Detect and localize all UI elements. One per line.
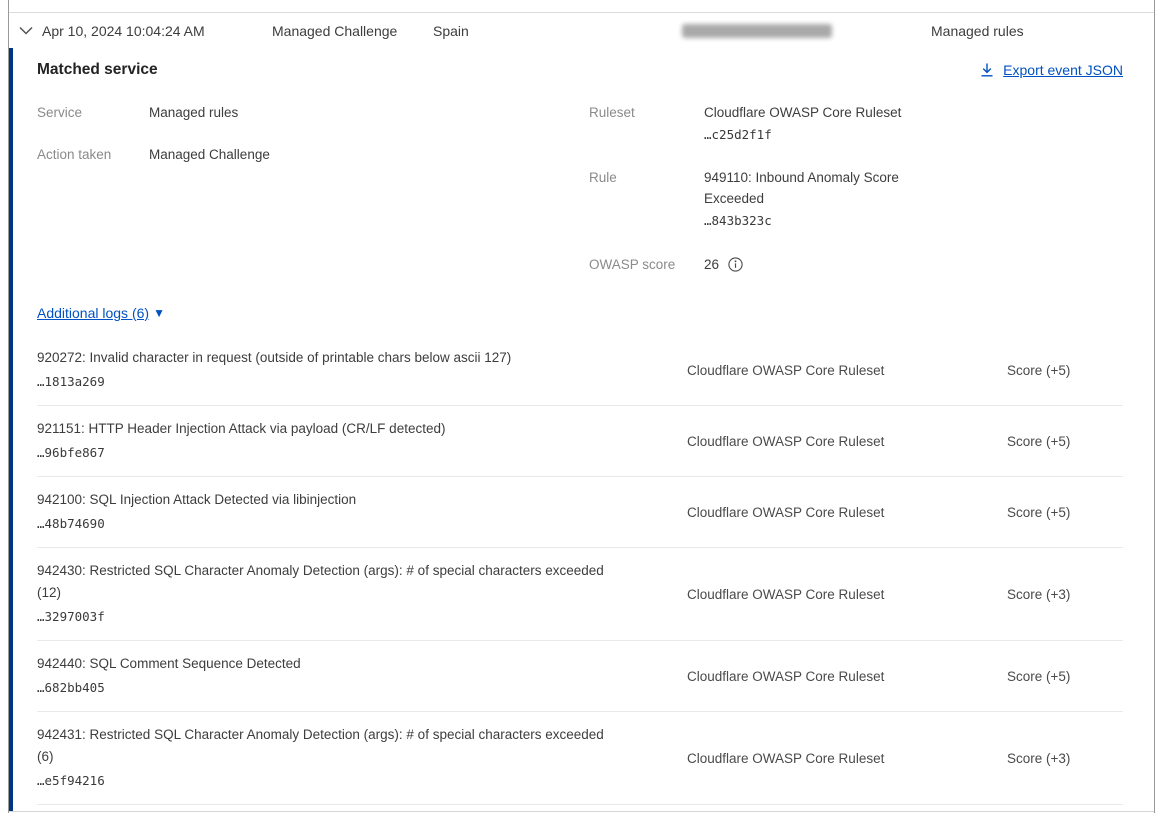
chevron-down-icon bbox=[19, 26, 33, 35]
log-description: 942431: Restricted SQL Character Anomaly… bbox=[37, 724, 617, 768]
log-score: Score (+5) bbox=[1007, 434, 1123, 449]
export-link-label: Export event JSON bbox=[1003, 62, 1123, 78]
service-value: Managed rules bbox=[149, 102, 238, 123]
matched-service-heading: Matched service bbox=[37, 61, 158, 79]
event-action: Managed Challenge bbox=[272, 23, 397, 39]
action-taken-field: Action taken Managed Challenge bbox=[37, 144, 589, 165]
expanded-row-accent-bar bbox=[9, 48, 13, 811]
log-row: 942430: Restricted SQL Character Anomaly… bbox=[37, 548, 1123, 641]
rule-field: Rule 949110: Inbound Anomaly Score Excee… bbox=[589, 167, 1123, 232]
log-ruleset: Cloudflare OWASP Core Ruleset bbox=[651, 587, 1007, 602]
service-label: Service bbox=[37, 102, 149, 123]
log-row: 921151: HTTP Header Injection Attack via… bbox=[37, 406, 1123, 477]
owasp-score-value: 26 bbox=[704, 254, 719, 275]
log-row: 920272: Invalid character in request (ou… bbox=[37, 335, 1123, 406]
log-description: 921151: HTTP Header Injection Attack via… bbox=[37, 418, 617, 440]
log-ruleset: Cloudflare OWASP Core Ruleset bbox=[651, 434, 1007, 449]
log-score: Score (+5) bbox=[1007, 505, 1123, 520]
log-description: 942430: Restricted SQL Character Anomaly… bbox=[37, 560, 617, 604]
owasp-score-label: OWASP score bbox=[589, 254, 704, 275]
log-description: 942440: SQL Comment Sequence Detected bbox=[37, 653, 617, 675]
log-score: Score (+5) bbox=[1007, 669, 1123, 684]
ruleset-field: Ruleset Cloudflare OWASP Core Ruleset …c… bbox=[589, 102, 1123, 146]
log-rule-id: …48b74690 bbox=[37, 512, 651, 535]
log-rule-id: …e5f94216 bbox=[37, 769, 651, 792]
log-score: Score (+3) bbox=[1007, 751, 1123, 766]
log-row: 942440: SQL Comment Sequence Detected …6… bbox=[37, 641, 1123, 712]
event-timestamp: Apr 10, 2024 10:04:24 AM bbox=[42, 23, 205, 39]
additional-logs-table: 920272: Invalid character in request (ou… bbox=[37, 335, 1123, 805]
owasp-score-info-button[interactable] bbox=[728, 257, 743, 272]
log-score: Score (+3) bbox=[1007, 587, 1123, 602]
log-rule-id: …96bfe867 bbox=[37, 441, 651, 464]
owasp-score-field: OWASP score 26 bbox=[589, 254, 1123, 275]
event-summary-row: Apr 10, 2024 10:04:24 AM Managed Challen… bbox=[9, 12, 1154, 48]
rule-id: …843b323c bbox=[704, 209, 949, 232]
event-log-panel: Apr 10, 2024 10:04:24 AM Managed Challen… bbox=[8, 0, 1155, 813]
log-rule-id: …682bb405 bbox=[37, 676, 651, 699]
service-field: Service Managed rules bbox=[37, 102, 589, 123]
log-ruleset: Cloudflare OWASP Core Ruleset bbox=[651, 751, 1007, 766]
log-rule-id: …3297003f bbox=[37, 605, 651, 628]
log-ruleset: Cloudflare OWASP Core Ruleset bbox=[651, 363, 1007, 378]
info-icon bbox=[728, 257, 743, 272]
rule-label: Rule bbox=[589, 167, 704, 188]
ruleset-value: Cloudflare OWASP Core Ruleset bbox=[704, 102, 901, 123]
log-row: 942431: Restricted SQL Character Anomaly… bbox=[37, 712, 1123, 805]
log-ruleset: Cloudflare OWASP Core Ruleset bbox=[651, 669, 1007, 684]
download-icon bbox=[980, 63, 994, 77]
log-row: 942100: SQL Injection Attack Detected vi… bbox=[37, 477, 1123, 548]
triangle-down-icon: ▼ bbox=[153, 307, 165, 319]
action-taken-label: Action taken bbox=[37, 144, 149, 165]
redacted-field bbox=[682, 24, 832, 38]
log-description: 920272: Invalid character in request (ou… bbox=[37, 347, 617, 369]
event-service: Managed rules bbox=[931, 23, 1024, 39]
ruleset-label: Ruleset bbox=[589, 102, 704, 123]
rule-value: 949110: Inbound Anomaly Score Exceeded bbox=[704, 167, 949, 209]
ruleset-id: …c25d2f1f bbox=[704, 123, 901, 146]
additional-logs-toggle[interactable]: Additional logs (6) ▼ bbox=[37, 305, 165, 321]
log-score: Score (+5) bbox=[1007, 363, 1123, 378]
action-taken-value: Managed Challenge bbox=[149, 144, 270, 165]
additional-logs-label: Additional logs (6) bbox=[37, 305, 149, 321]
event-detail-section: Matched service Export event JSON Servic… bbox=[9, 48, 1154, 812]
export-event-json-link[interactable]: Export event JSON bbox=[980, 62, 1123, 78]
log-ruleset: Cloudflare OWASP Core Ruleset bbox=[651, 505, 1007, 520]
log-description: 942100: SQL Injection Attack Detected vi… bbox=[37, 489, 617, 511]
collapse-row-button[interactable] bbox=[17, 22, 35, 40]
event-country: Spain bbox=[433, 23, 469, 39]
log-rule-id: …1813a269 bbox=[37, 370, 651, 393]
